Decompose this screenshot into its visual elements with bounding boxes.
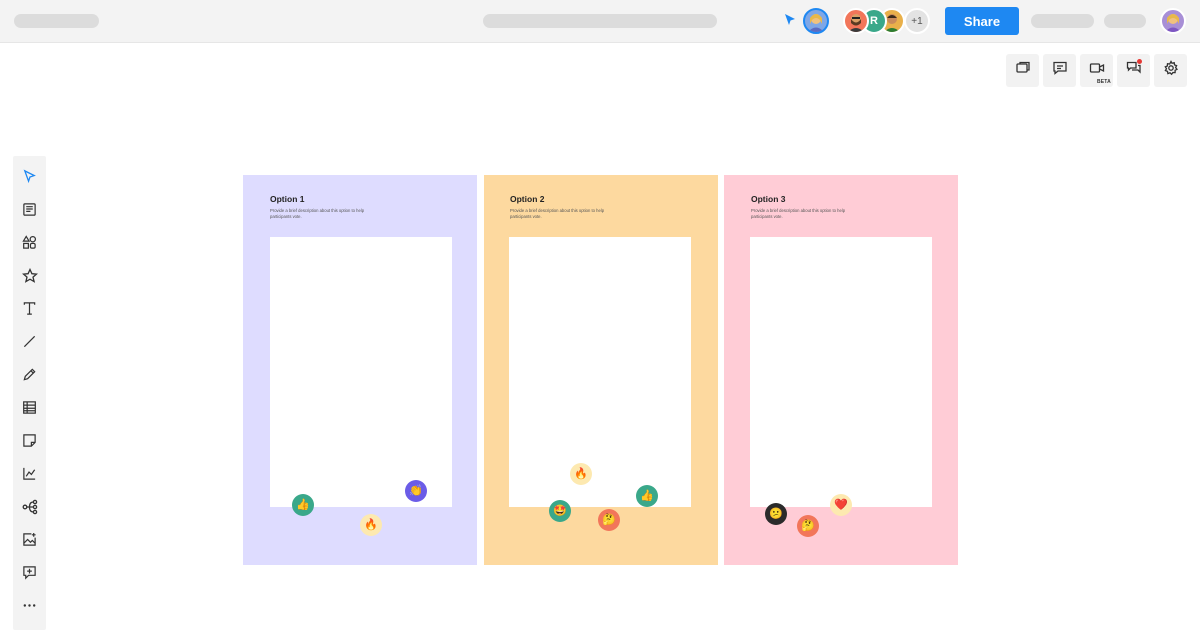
thinking-reaction[interactable]: 🤔 bbox=[797, 515, 819, 537]
clap-reaction[interactable]: 👏 bbox=[405, 480, 427, 502]
text-tool[interactable] bbox=[13, 296, 46, 326]
board-title-placeholder[interactable] bbox=[483, 14, 717, 28]
board-title: Option 1 bbox=[270, 194, 305, 204]
top-bar: R +1 Share bbox=[0, 0, 1200, 43]
star-struck-reaction[interactable]: 🤩 bbox=[549, 500, 571, 522]
cursor-icon bbox=[783, 13, 797, 32]
tools-sidebar bbox=[13, 156, 46, 630]
confused-reaction[interactable]: 😕 bbox=[765, 503, 787, 525]
settings-button[interactable] bbox=[1154, 54, 1187, 87]
add-frame-icon bbox=[22, 565, 37, 585]
board-description: Provide a brief description about this o… bbox=[270, 208, 365, 219]
share-button[interactable]: Share bbox=[945, 7, 1019, 35]
frames-button[interactable] bbox=[1006, 54, 1039, 87]
board-title: Option 3 bbox=[751, 194, 786, 204]
heart-reaction[interactable]: ❤️ bbox=[830, 494, 852, 516]
board-title: Option 2 bbox=[510, 194, 545, 204]
templates-icon bbox=[22, 202, 37, 222]
board-description: Provide a brief description about this o… bbox=[510, 208, 605, 219]
board-name-placeholder[interactable] bbox=[14, 14, 99, 28]
board-content-area[interactable] bbox=[509, 237, 691, 507]
video-camera-icon bbox=[1089, 60, 1105, 81]
sticky-note-icon bbox=[22, 433, 37, 453]
upload-image-tool[interactable] bbox=[13, 527, 46, 557]
option-board-2[interactable]: Option 2 Provide a brief description abo… bbox=[484, 175, 718, 565]
account-avatar[interactable] bbox=[1160, 8, 1186, 34]
sticky-note-tool[interactable] bbox=[13, 428, 46, 458]
image-upload-icon bbox=[22, 532, 37, 552]
shapes-tool[interactable] bbox=[13, 230, 46, 260]
table-tool[interactable] bbox=[13, 395, 46, 425]
chat-button[interactable] bbox=[1117, 54, 1150, 87]
beta-badge: BETA bbox=[1096, 79, 1111, 85]
table-icon bbox=[22, 400, 37, 420]
board-toolbar: BETA bbox=[1006, 54, 1187, 87]
line-chart-icon bbox=[22, 466, 37, 486]
mind-map-tool[interactable] bbox=[13, 494, 46, 524]
fire-reaction[interactable]: 🔥 bbox=[360, 514, 382, 536]
board-content-area[interactable] bbox=[750, 237, 932, 507]
board-description: Provide a brief description about this o… bbox=[751, 208, 846, 219]
header-placeholder-1[interactable] bbox=[1031, 14, 1094, 28]
templates-tool[interactable] bbox=[13, 197, 46, 227]
current-user-avatar[interactable] bbox=[803, 8, 829, 34]
collaborator-avatar[interactable] bbox=[843, 8, 869, 34]
select-tool[interactable] bbox=[13, 164, 46, 194]
pen-tool[interactable] bbox=[13, 362, 46, 392]
thumbs-up-reaction[interactable]: 👍 bbox=[292, 494, 314, 516]
option-board-3[interactable]: Option 3 Provide a brief description abo… bbox=[724, 175, 958, 565]
frames-icon bbox=[1015, 60, 1031, 81]
add-frame-tool[interactable] bbox=[13, 560, 46, 590]
favorites-tool[interactable] bbox=[13, 263, 46, 293]
more-horizontal-icon bbox=[22, 598, 37, 618]
star-icon bbox=[21, 267, 38, 289]
notification-dot bbox=[1137, 59, 1142, 64]
gear-icon bbox=[1163, 60, 1179, 81]
comment-icon bbox=[1052, 60, 1068, 81]
mind-map-icon bbox=[22, 499, 38, 520]
option-board-1[interactable]: Option 1 Provide a brief description abo… bbox=[243, 175, 477, 565]
line-icon bbox=[22, 334, 37, 354]
thumbs-up-reaction[interactable]: 👍 bbox=[636, 485, 658, 507]
board-content-area[interactable] bbox=[270, 237, 452, 507]
cursor-arrow-icon bbox=[22, 169, 37, 189]
chart-tool[interactable] bbox=[13, 461, 46, 491]
text-icon bbox=[22, 301, 37, 321]
thinking-reaction[interactable]: 🤔 bbox=[598, 509, 620, 531]
comments-button[interactable] bbox=[1043, 54, 1076, 87]
video-call-button[interactable]: BETA bbox=[1080, 54, 1113, 87]
more-tools-button[interactable] bbox=[13, 593, 46, 623]
pen-icon bbox=[22, 367, 37, 387]
shapes-icon bbox=[22, 235, 37, 255]
header-placeholder-2[interactable] bbox=[1104, 14, 1146, 28]
line-tool[interactable] bbox=[13, 329, 46, 359]
collaborators-overflow-badge[interactable]: +1 bbox=[904, 8, 930, 34]
fire-reaction[interactable]: 🔥 bbox=[570, 463, 592, 485]
